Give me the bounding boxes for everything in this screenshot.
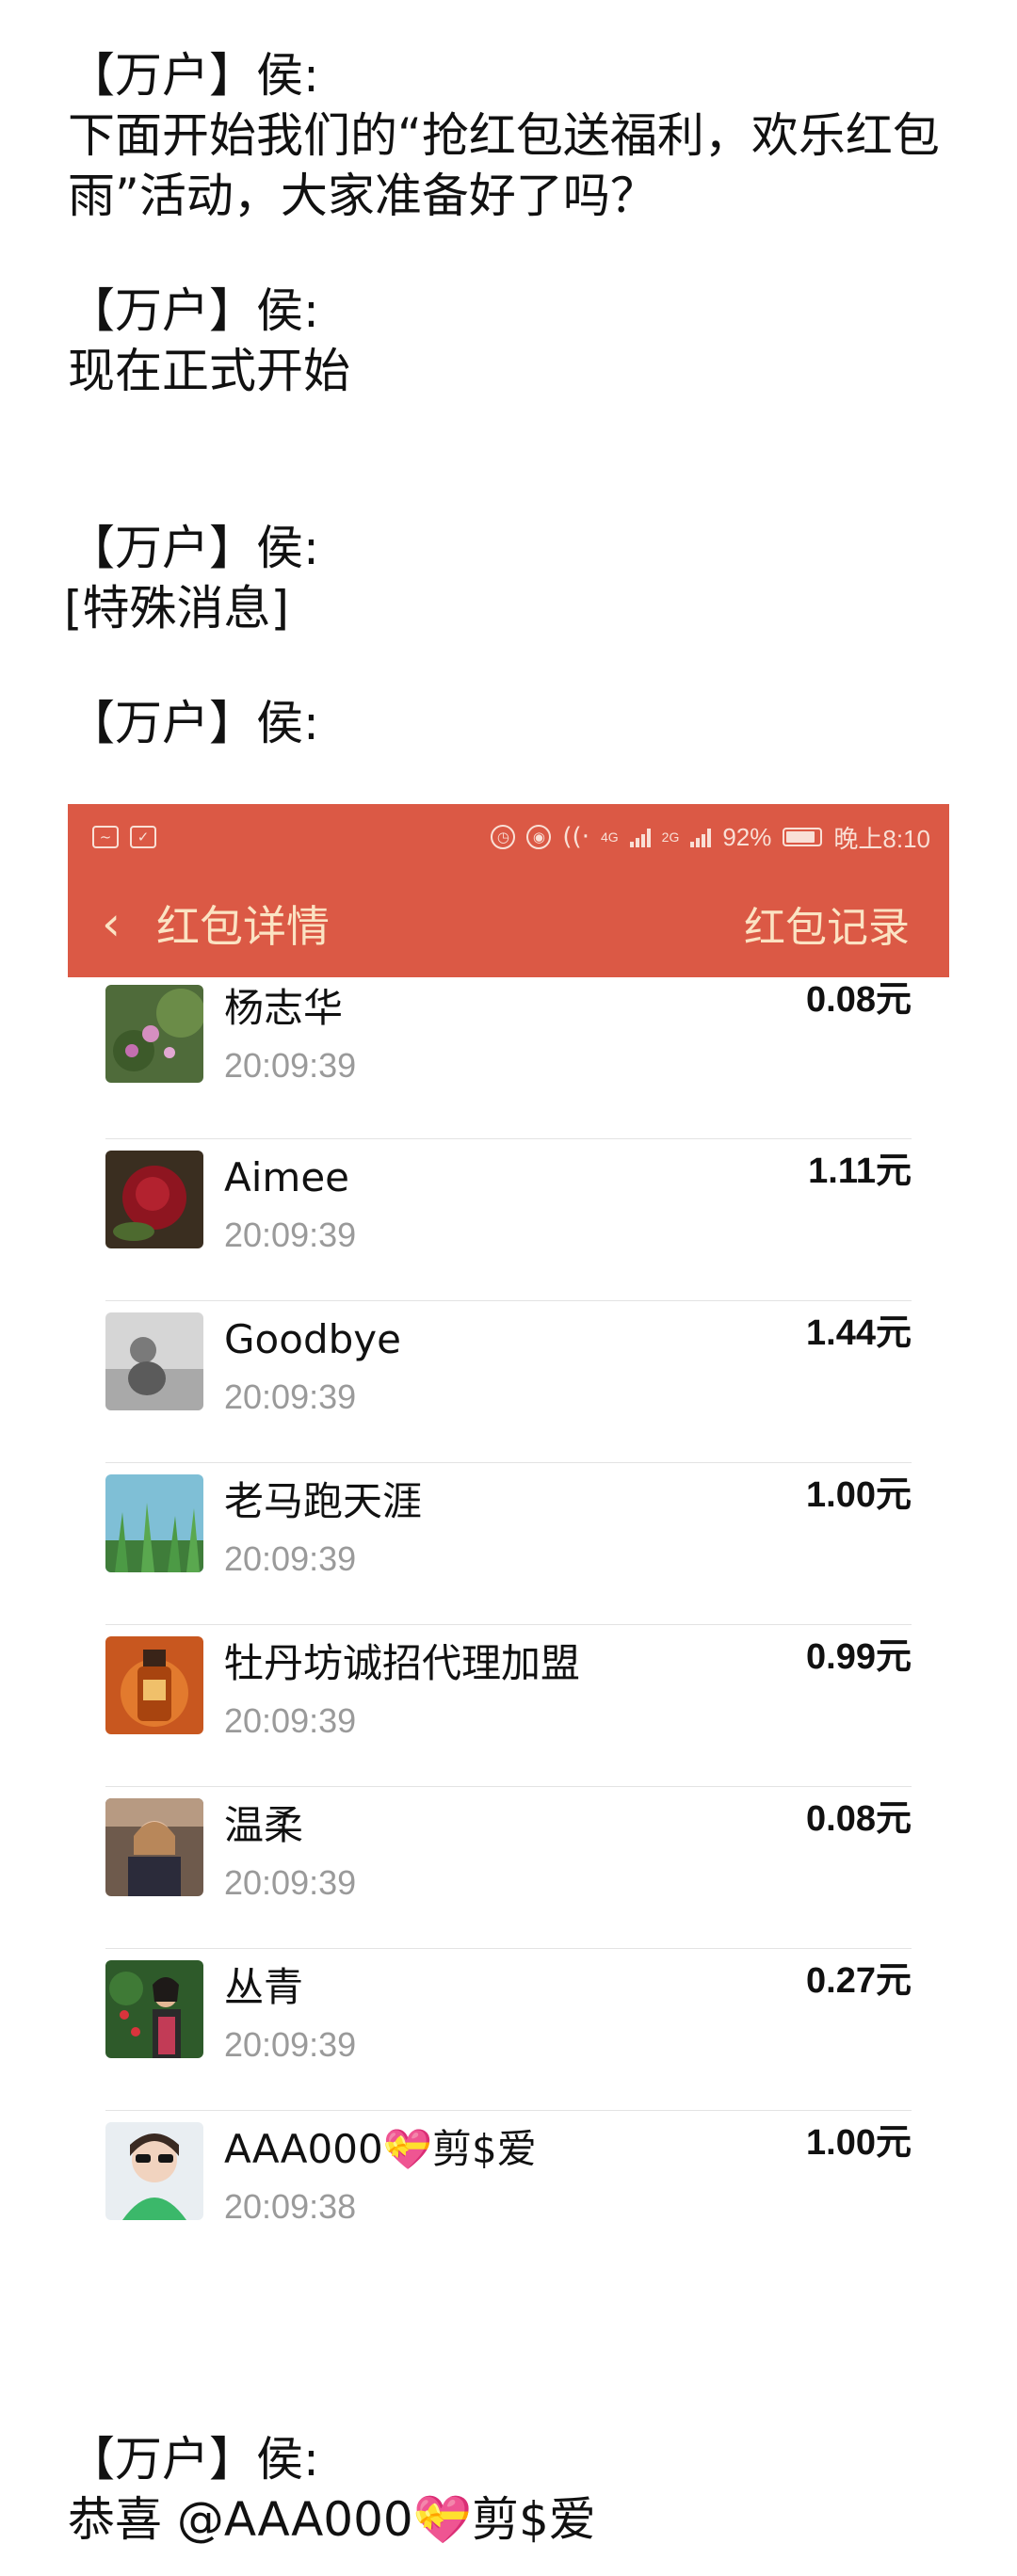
heartrate-app-icon: ~ — [92, 826, 119, 848]
network-type-1: 4G — [600, 829, 619, 845]
recipient-name: 牡丹坊诚招代理加盟 — [224, 1640, 581, 1686]
avatar — [105, 1312, 203, 1410]
battery-icon — [783, 828, 823, 846]
signal-icon-2 — [690, 827, 712, 847]
avatar — [105, 1636, 203, 1734]
message-sender: 【万户】侯: — [68, 48, 319, 103]
avatar — [105, 2122, 203, 2220]
receive-time: 20:09:39 — [224, 1701, 357, 1740]
amount: 1.00元 — [806, 1475, 912, 1515]
status-bar: ~ ✓ ◷ ◉ ((· 4G 2G 92% 晚上8:10 — [68, 804, 949, 870]
recipient-name: 杨志华 — [224, 985, 344, 1031]
avatar — [105, 1798, 203, 1896]
message-sender: 【万户】侯: — [68, 696, 319, 750]
message-text: 现在正式开始 — [68, 344, 350, 398]
battery-percent: 92% — [722, 822, 772, 851]
receive-time: 20:09:39 — [224, 1377, 357, 1416]
alarm-icon: ◷ — [491, 825, 516, 849]
message-sender: 【万户】侯: — [68, 2432, 319, 2487]
recipient-name: 老马跑天涯 — [224, 1478, 423, 1524]
chat-message: 【万户】侯: — [68, 693, 953, 753]
red-packet-record-link[interactable]: 红包记录 — [744, 894, 910, 954]
amount: 1.00元 — [806, 2123, 912, 2163]
message-text: 恭喜 @AAA000💝剪$爱 — [68, 2492, 596, 2547]
red-packet-screenshot: ~ ✓ ◷ ◉ ((· 4G 2G 92% 晚上8:10 ‹ 红包详情 红包记录 — [68, 804, 949, 2235]
chat-message: 【万户】侯: 下面开始我们的“抢红包送福利，欢乐红包雨”活动，大家准备好了吗？ — [68, 45, 953, 226]
shield-app-icon: ✓ — [130, 826, 156, 848]
chat-message: 【万户】侯: 恭喜 @AAA000💝剪$爱 — [68, 2429, 953, 2550]
list-item[interactable]: 丛青 20:09:39 0.27元 — [105, 1949, 912, 2111]
list-item[interactable]: Aimee 20:09:39 1.11元 — [105, 1139, 912, 1301]
amount: 1.44元 — [806, 1313, 912, 1353]
recipient-name: Goodbye — [224, 1316, 401, 1362]
amount: 0.08元 — [806, 980, 912, 1020]
page-title: 红包详情 — [156, 901, 330, 952]
list-item[interactable]: 杨志华 20:09:39 0.08元 — [105, 977, 912, 1139]
receive-time: 20:09:39 — [224, 1046, 357, 1085]
amount: 1.11元 — [808, 1151, 912, 1191]
list-item[interactable]: 温柔 20:09:39 0.08元 — [105, 1787, 912, 1949]
signal-icon — [629, 827, 651, 847]
message-sender: 【万户】侯: — [68, 521, 319, 575]
nav-bar: ‹ 红包详情 红包记录 — [68, 870, 949, 977]
message-sender: 【万户】侯: — [68, 283, 319, 338]
avatar — [105, 1151, 203, 1248]
avatar — [105, 1474, 203, 1572]
receive-time: 20:09:39 — [224, 2025, 357, 2064]
chat-message: 【万户】侯: 现在正式开始 — [68, 281, 953, 401]
recipient-list: 杨志华 20:09:39 0.08元 Aimee 20:09:39 1.11元 — [105, 977, 912, 2273]
avatar — [105, 1960, 203, 2058]
recipient-name: 丛青 — [224, 1964, 304, 2010]
receive-time: 20:09:39 — [224, 1863, 357, 1902]
list-item[interactable]: 老马跑天涯 20:09:39 1.00元 — [105, 1463, 912, 1625]
recipient-name: Aimee — [224, 1154, 349, 1200]
recipient-name: AAA000💝剪$爱 — [224, 2126, 537, 2172]
network-type-2: 2G — [661, 829, 680, 845]
list-item[interactable]: 牡丹坊诚招代理加盟 20:09:39 0.99元 — [105, 1625, 912, 1787]
receive-time: 20:09:39 — [224, 1216, 357, 1254]
list-item[interactable]: Goodbye 20:09:39 1.44元 — [105, 1301, 912, 1463]
eye-icon: ◉ — [526, 825, 552, 849]
wifi-icon: ((· — [562, 823, 589, 851]
amount: 0.27元 — [806, 1961, 912, 2001]
chevron-left-icon[interactable]: ‹ — [102, 900, 121, 947]
receive-time: 20:09:39 — [224, 1539, 357, 1578]
amount: 0.99元 — [806, 1637, 912, 1677]
recipient-name: 温柔 — [224, 1802, 304, 1848]
avatar — [105, 985, 203, 1083]
message-text: [特殊消息] — [64, 581, 290, 636]
chat-message: 【万户】侯: [特殊消息] — [64, 518, 953, 638]
message-text: 下面开始我们的“抢红包送福利，欢乐红包雨”活动，大家准备好了吗？ — [68, 108, 940, 223]
receive-time: 20:09:38 — [224, 2187, 357, 2226]
list-item[interactable]: AAA000💝剪$爱 20:09:38 1.00元 — [105, 2111, 912, 2273]
amount: 0.08元 — [806, 1799, 912, 1839]
clock: 晚上8:10 — [833, 824, 930, 853]
